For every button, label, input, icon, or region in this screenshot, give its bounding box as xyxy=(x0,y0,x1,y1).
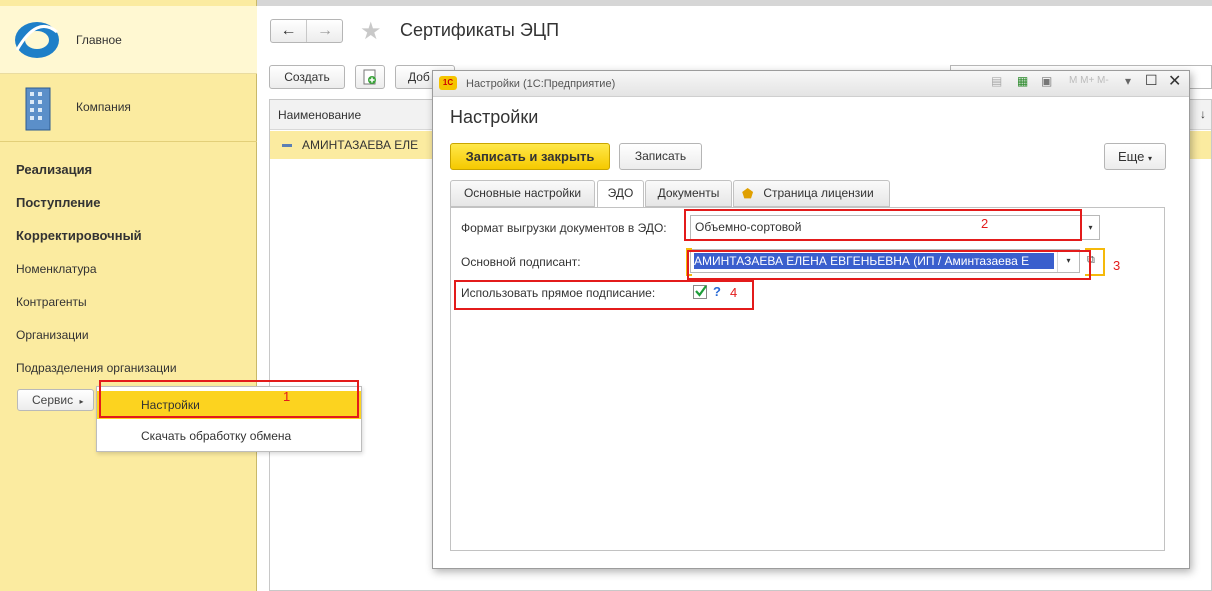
annotation-number-1: 1 xyxy=(283,389,291,404)
sidebar-item-receipts[interactable]: Поступление xyxy=(16,195,101,210)
shield-icon: ⬟ xyxy=(742,186,754,201)
menu-item-download-exchange[interactable]: Скачать обработку обмена xyxy=(97,422,361,450)
app-logo-icon: 1С xyxy=(439,76,457,90)
calendar-icon[interactable]: ▣ xyxy=(1041,74,1052,88)
menu-icon[interactable]: ▾ xyxy=(1125,74,1131,88)
save-label: Записать xyxy=(634,149,687,163)
annotation-number-4: 4 xyxy=(730,285,738,300)
tab-edo-label: ЭДО xyxy=(607,186,634,200)
more-button[interactable]: Еще ▾ xyxy=(1104,143,1166,170)
section-main[interactable]: Главное xyxy=(0,6,257,74)
service-button[interactable]: Сервис ▸ xyxy=(17,389,94,411)
create-button-label: Создать xyxy=(284,70,330,84)
add-button-label: Доб xyxy=(408,70,430,84)
memory-icons[interactable]: M M+ M- xyxy=(1069,75,1109,86)
tab-edo[interactable]: ЭДО xyxy=(597,180,644,208)
dialog-window-title: Настройки (1С:Предприятие) xyxy=(466,78,616,90)
back-arrow-icon[interactable]: ← xyxy=(271,20,307,42)
annotation-box-2 xyxy=(684,209,1082,241)
sidebar-item-organizations[interactable]: Организации xyxy=(16,328,89,342)
save-and-close-button[interactable]: Записать и закрыть xyxy=(450,143,610,170)
section-main-label: Главное xyxy=(76,33,122,47)
close-icon[interactable]: ✕ xyxy=(1168,71,1181,91)
company-building-icon xyxy=(25,87,51,131)
format-label: Формат выгрузки документов в ЭДО: xyxy=(461,221,667,235)
annotation-number-3: 3 xyxy=(1113,258,1121,273)
tab-documents[interactable]: Документы xyxy=(645,180,732,207)
create-button[interactable]: Создать xyxy=(269,65,345,89)
signer-label: Основной подписант: xyxy=(461,255,581,269)
favorite-star-icon[interactable]: ★ xyxy=(360,17,382,46)
triangle-right-icon: ▸ xyxy=(79,397,84,406)
annotation-box-1 xyxy=(99,380,359,418)
tab-main-settings[interactable]: Основные настройки xyxy=(450,180,595,207)
nav-buttons: ← → xyxy=(270,19,343,43)
sidebar-item-sales[interactable]: Реализация xyxy=(16,162,92,177)
dropdown-arrow-icon[interactable]: ▾ xyxy=(1081,216,1099,239)
spreadsheet-icon[interactable]: ▦ xyxy=(1017,74,1028,88)
save-and-close-label: Записать и закрыть xyxy=(465,149,595,164)
add-copy-button[interactable] xyxy=(355,65,385,89)
maximize-icon[interactable]: ☐ xyxy=(1145,72,1158,89)
menu-item-download-label: Скачать обработку обмена xyxy=(141,429,292,443)
sidebar-item-departments[interactable]: Подразделения организации xyxy=(16,361,177,375)
home-globe-icon xyxy=(15,22,59,58)
tab-main-settings-label: Основные настройки xyxy=(463,186,582,200)
save-button[interactable]: Записать xyxy=(619,143,702,170)
sidebar-item-nomenclature[interactable]: Номенклатура xyxy=(16,262,97,276)
document-plus-icon xyxy=(363,69,376,85)
chevron-down-icon: ▾ xyxy=(1148,154,1153,163)
page-title: Сертификаты ЭЦП xyxy=(400,20,560,40)
sort-down-icon[interactable]: ↓ xyxy=(1200,107,1206,121)
row-dash-icon xyxy=(282,144,292,147)
column-header-name[interactable]: Наименование xyxy=(278,108,361,122)
forward-arrow-icon[interactable]: → xyxy=(307,20,343,42)
tab-license-page-label: Страница лицензии xyxy=(763,186,874,200)
sidebar: Главное Компания Реализация Поступление … xyxy=(0,0,257,591)
section-company[interactable]: Компания xyxy=(0,74,257,142)
section-company-label: Компания xyxy=(76,100,131,114)
annotation-box-3 xyxy=(687,250,1091,280)
tab-license-page[interactable]: ⬟ Страница лицензии xyxy=(733,180,890,207)
service-button-label: Сервис xyxy=(32,393,74,407)
more-label: Еще xyxy=(1117,149,1145,164)
print-icon[interactable]: ▤ xyxy=(991,74,1002,88)
sidebar-item-counterparties[interactable]: Контрагенты xyxy=(16,295,87,309)
row-cell-name: АМИНТАЗАЕВА ЕЛЕ xyxy=(302,138,419,152)
sidebar-item-adjustment[interactable]: Корректировочный xyxy=(16,228,142,243)
annotation-number-2: 2 xyxy=(981,216,989,231)
dialog-heading: Настройки xyxy=(450,107,539,127)
tab-documents-label: Документы xyxy=(657,186,720,200)
annotation-box-4 xyxy=(454,280,754,310)
